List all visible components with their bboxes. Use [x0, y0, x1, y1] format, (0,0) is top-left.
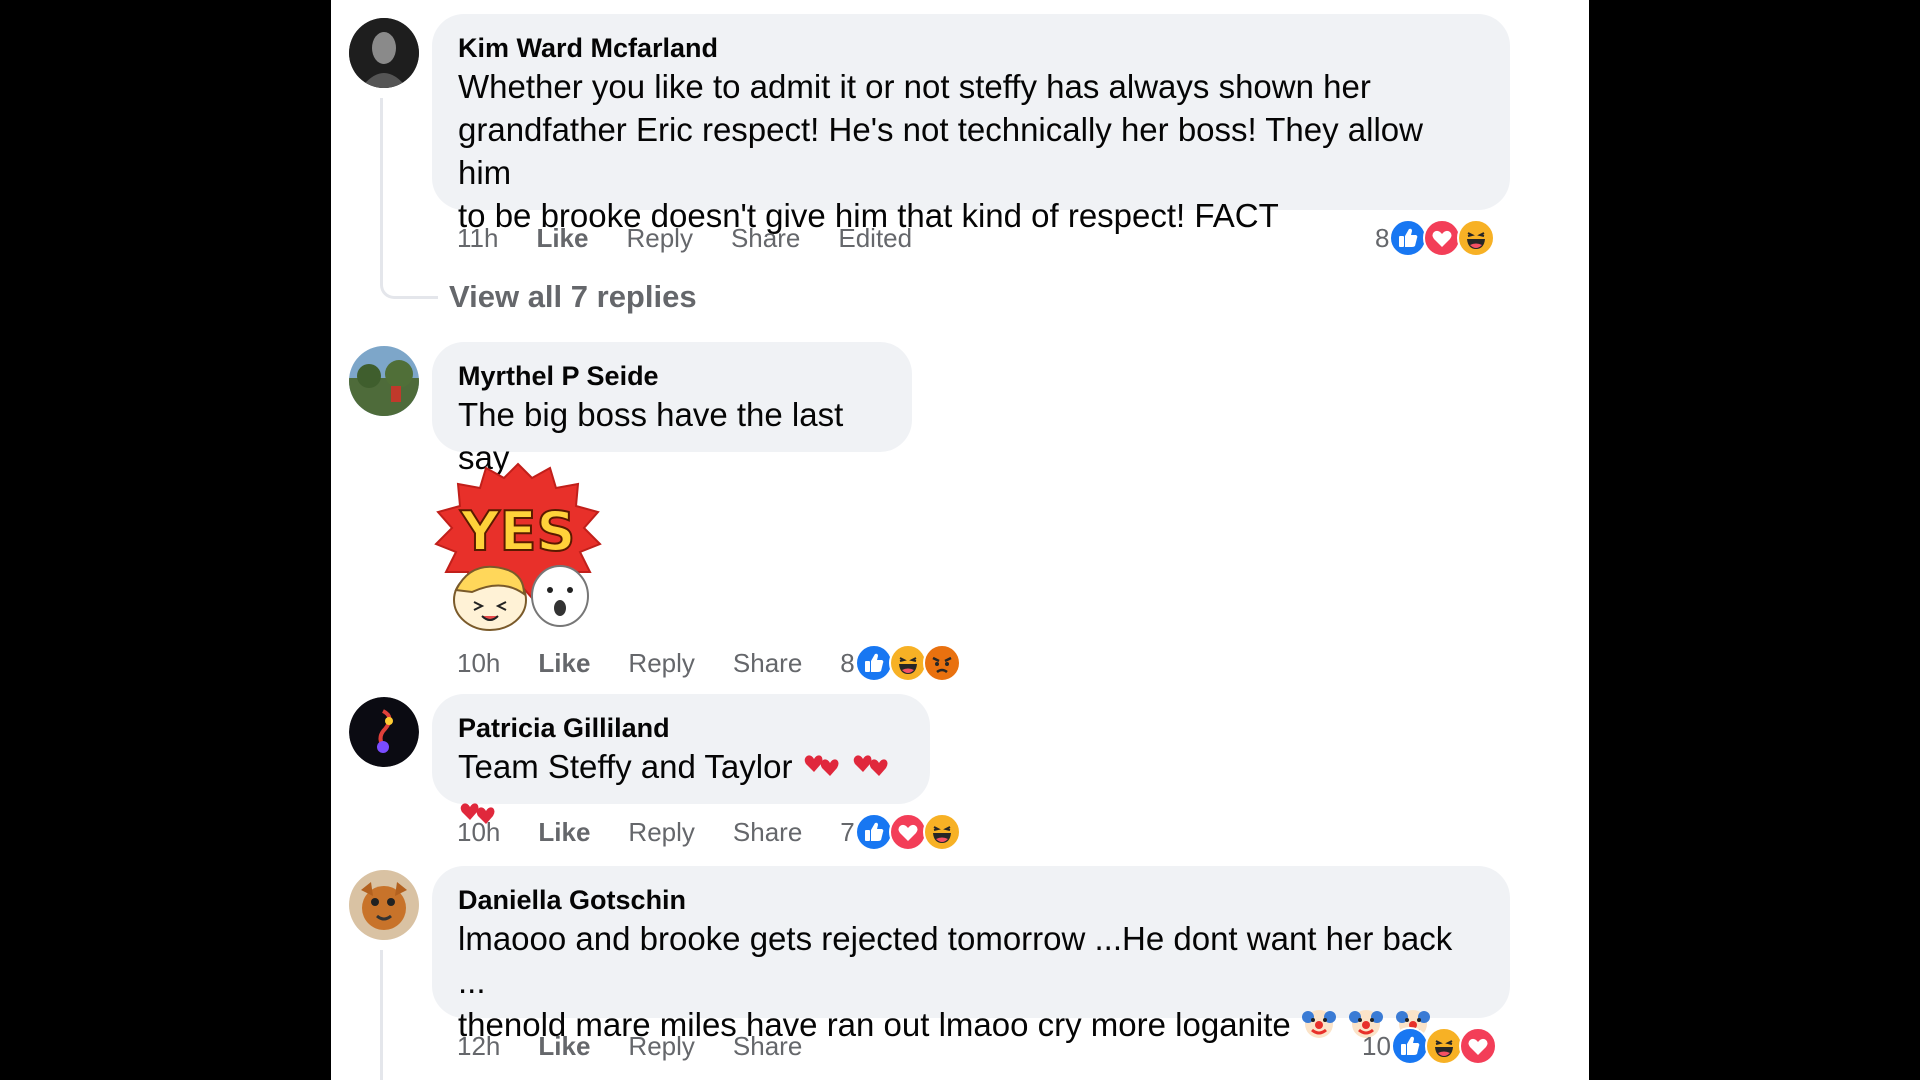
like-button[interactable]: Like [536, 223, 588, 254]
share-button[interactable]: Share [733, 1031, 802, 1062]
reply-button[interactable]: Reply [628, 648, 694, 679]
share-button[interactable]: Share [733, 817, 802, 848]
haha-reaction-icon [888, 644, 927, 682]
comment-bubble: Patricia Gilliland Team Steffy and Taylo… [432, 694, 930, 824]
reply-button[interactable]: Reply [626, 223, 692, 254]
comment-author[interactable]: Daniella Gotschin [458, 883, 1484, 917]
heart-emoji [802, 746, 842, 792]
love-reaction-icon [1458, 1027, 1497, 1065]
sticker-image[interactable]: YES [432, 462, 604, 632]
haha-reaction-icon [922, 813, 961, 851]
comment-bubble: Kim Ward Mcfarland Whether you like to a… [432, 14, 1510, 234]
angry-reaction-icon [922, 644, 961, 682]
timestamp[interactable]: 10h [457, 817, 500, 848]
like-button[interactable]: Like [538, 648, 590, 679]
like-reaction-icon [1389, 219, 1428, 257]
reaction-count: 7 [840, 816, 855, 847]
comment-author[interactable]: Kim Ward Mcfarland [458, 31, 1484, 65]
comment-text: Team Steffy and Taylor [458, 748, 793, 785]
sticker-text: YES [460, 500, 576, 563]
comment-bubble: Myrthel P Seide The big boss have the la… [432, 342, 912, 476]
view-replies-link[interactable]: View all 7 replies [449, 279, 697, 315]
heart-emoji [851, 746, 891, 792]
love-reaction-icon [1423, 219, 1462, 257]
comment-author[interactable]: Myrthel P Seide [458, 359, 886, 393]
comment-actions: 12h Like Reply Share [457, 1026, 840, 1066]
comment-actions: 11h Like Reply Share Edited [457, 218, 950, 258]
reaction-summary[interactable]: 7 [840, 812, 961, 852]
like-reaction-icon [1390, 1027, 1429, 1065]
reaction-summary[interactable]: 8 [1375, 218, 1496, 258]
like-reaction-icon [854, 644, 893, 682]
comment-bubble: Daniella Gotschin lmaooo and brooke gets… [432, 866, 1510, 1043]
haha-reaction-icon [1424, 1027, 1463, 1065]
love-reaction-icon [888, 813, 927, 851]
avatar[interactable] [349, 346, 419, 416]
reaction-count: 8 [840, 647, 855, 678]
reaction-summary[interactable]: 8 [840, 643, 961, 683]
timestamp[interactable]: 12h [457, 1031, 500, 1062]
reaction-summary[interactable]: 10 [1362, 1026, 1497, 1066]
reply-button[interactable]: Reply [628, 817, 694, 848]
comment-text-line: Whether you like to admit it or not stef… [458, 68, 1371, 105]
avatar[interactable] [349, 870, 419, 940]
avatar[interactable] [349, 697, 419, 767]
reaction-count: 8 [1375, 222, 1390, 253]
timestamp[interactable]: 11h [457, 223, 498, 254]
thread-line [380, 98, 438, 299]
share-button[interactable]: Share [733, 648, 802, 679]
reply-button[interactable]: Reply [628, 1031, 694, 1062]
comment-actions: 10h Like Reply Share 7 [457, 812, 999, 852]
avatar[interactable] [349, 18, 419, 88]
share-button[interactable]: Share [731, 223, 800, 254]
clown-emoji [1300, 1003, 1338, 1051]
timestamp[interactable]: 10h [457, 648, 500, 679]
comment-text-line: grandfather Eric respect! He's not techn… [458, 111, 1423, 191]
like-reaction-icon [854, 813, 893, 851]
comment-text-line: lmaooo and brooke gets rejected tomorrow… [458, 920, 1453, 1000]
thread-line [380, 950, 383, 1080]
comment-author[interactable]: Patricia Gilliland [458, 711, 904, 745]
comments-panel: Kim Ward Mcfarland Whether you like to a… [331, 0, 1589, 1080]
comment-actions: 10h Like Reply Share 8 [457, 643, 999, 683]
reaction-count: 10 [1362, 1030, 1391, 1061]
edited-label[interactable]: Edited [838, 223, 912, 254]
like-button[interactable]: Like [538, 817, 590, 848]
haha-reaction-icon [1457, 219, 1496, 257]
like-button[interactable]: Like [538, 1031, 590, 1062]
